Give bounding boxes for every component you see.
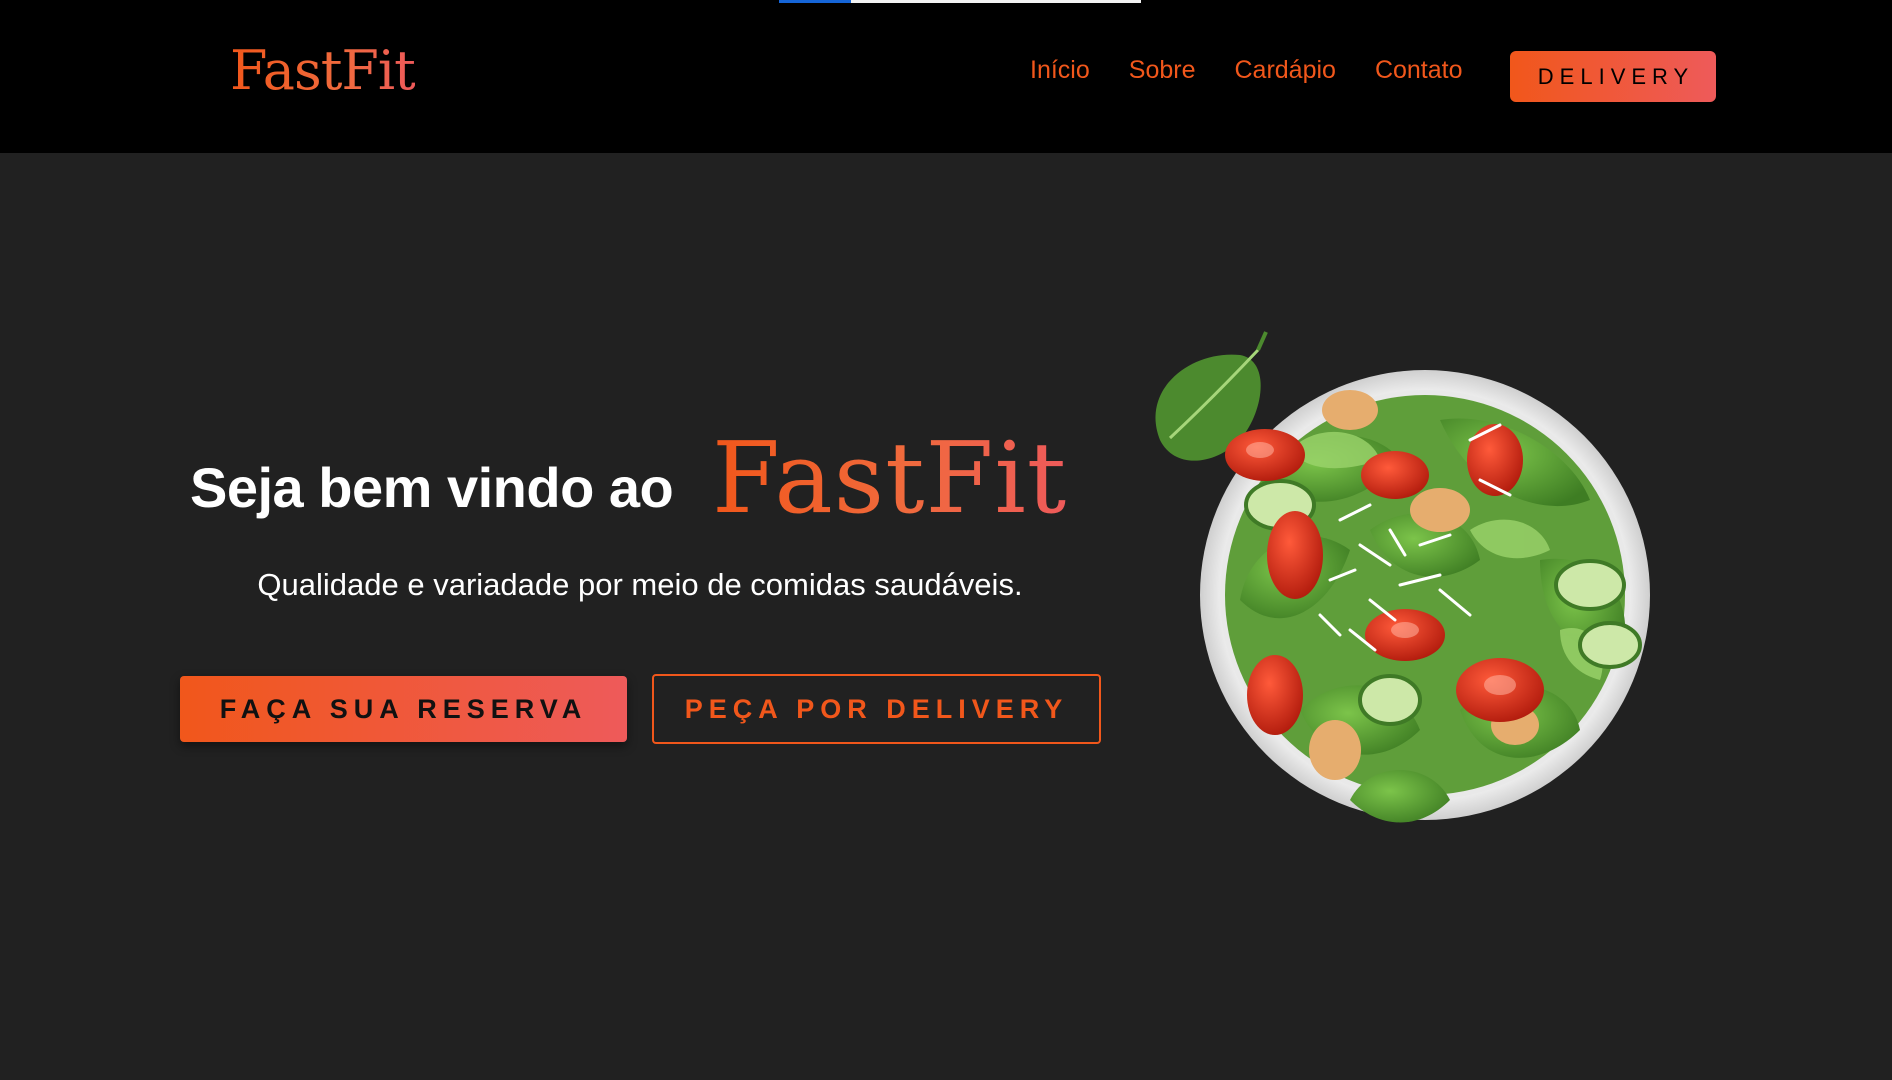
main-nav: Início Sobre Cardápio Contato — [1030, 58, 1463, 83]
salad-bowl-image — [1155, 331, 1650, 823]
nav-link-sobre[interactable]: Sobre — [1129, 58, 1196, 83]
site-header: FastFit Início Sobre Cardápio Contato DE… — [0, 0, 1892, 153]
nav-link-contato[interactable]: Contato — [1375, 58, 1463, 83]
hero-brand-name: FastFit — [712, 422, 1068, 536]
page-loading-bar — [779, 0, 1141, 3]
hero-title: Seja bem vindo ao — [190, 456, 674, 519]
reserve-button[interactable]: FAÇA SUA RESERVA — [180, 676, 627, 742]
header-delivery-button[interactable]: DELIVERY — [1510, 51, 1716, 102]
nav-link-cardapio[interactable]: Cardápio — [1234, 58, 1335, 83]
page-loading-bar-fill — [779, 0, 852, 3]
hero-subtitle: Qualidade e variadade por meio de comida… — [257, 567, 1023, 602]
order-delivery-button[interactable]: PEÇA POR DELIVERY — [652, 674, 1101, 744]
nav-link-inicio[interactable]: Início — [1030, 58, 1090, 83]
site-logo[interactable]: FastFit — [230, 44, 416, 98]
